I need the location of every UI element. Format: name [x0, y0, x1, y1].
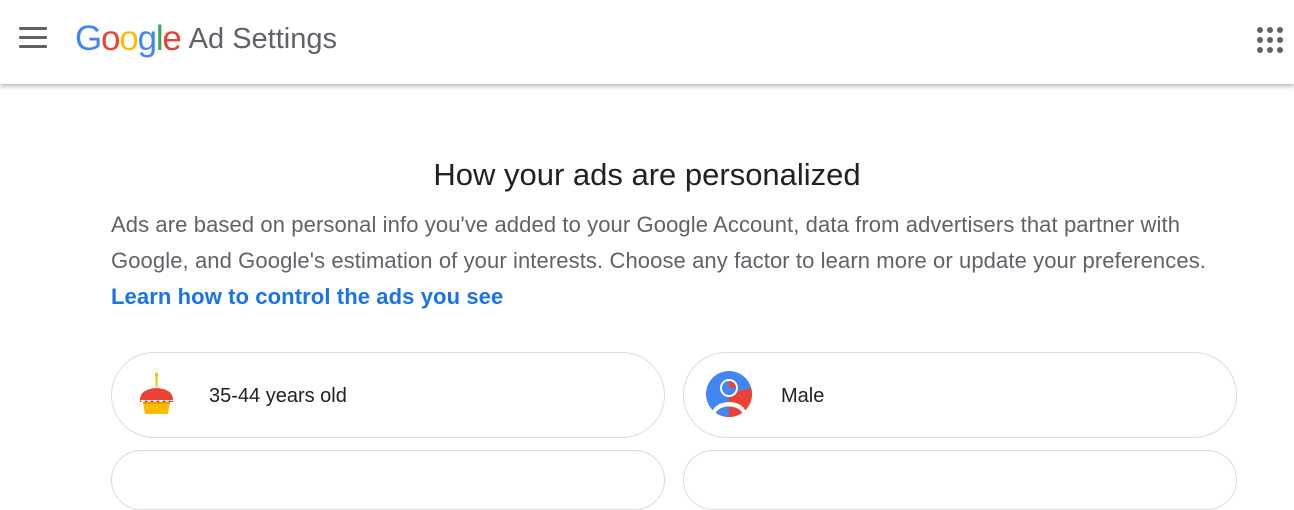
- intro-text: Ads are based on personal info you've ad…: [111, 212, 1207, 273]
- factor-card-gender[interactable]: Male: [683, 352, 1237, 438]
- intro-paragraph: Ads are based on personal info you've ad…: [111, 207, 1241, 315]
- top-app-bar: Google Ad Settings: [0, 0, 1294, 84]
- logo-letter: G: [75, 19, 102, 58]
- product-name: Ad Settings: [188, 23, 337, 55]
- google-ad-settings-logo[interactable]: Google Ad Settings: [75, 17, 337, 61]
- factor-label: 35-44 years old: [209, 385, 347, 407]
- logo-letter: o: [119, 19, 138, 58]
- hamburger-menu-icon[interactable]: [14, 22, 54, 54]
- learn-more-link[interactable]: Learn how to control the ads you see: [111, 284, 503, 309]
- logo-letter: o: [101, 19, 120, 58]
- factor-label: Male: [781, 385, 825, 407]
- factor-card-age[interactable]: 35-44 years old: [111, 352, 665, 438]
- factor-card[interactable]: [111, 450, 665, 510]
- main-content: How your ads are personalized Ads are ba…: [0, 84, 1294, 510]
- birthday-cake-icon: [132, 369, 182, 419]
- google-logo: Google: [75, 17, 182, 61]
- apps-grid-icon[interactable]: [1254, 24, 1286, 56]
- factor-card[interactable]: [683, 450, 1237, 510]
- logo-letter: e: [162, 19, 181, 58]
- person-avatar-icon: [704, 369, 754, 419]
- page-title: How your ads are personalized: [433, 157, 861, 192]
- logo-letter: g: [137, 19, 157, 58]
